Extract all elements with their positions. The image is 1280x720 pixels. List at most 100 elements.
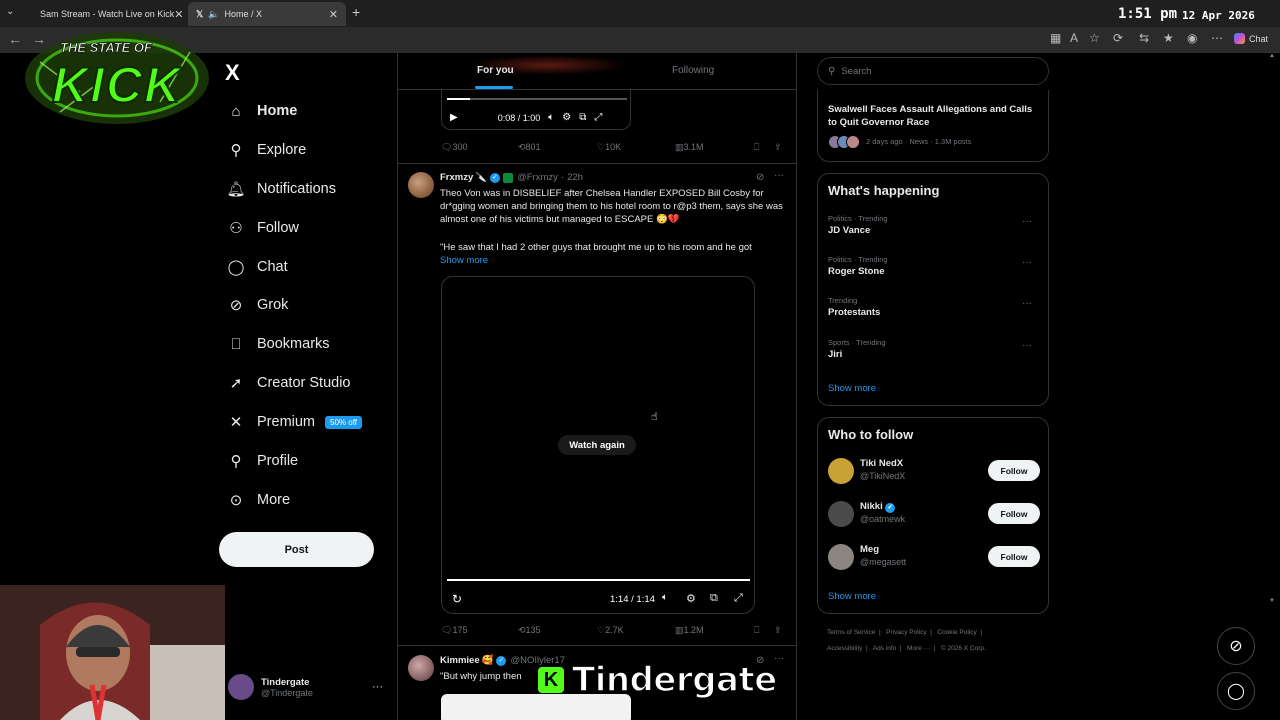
trend-more-icon[interactable]: ···: [1022, 257, 1032, 268]
split-screen-icon[interactable]: ⇆: [1139, 31, 1149, 45]
share-icon[interactable]: ⇪: [774, 142, 782, 153]
menu-dots-icon[interactable]: ⋯: [1211, 31, 1223, 45]
footer-link-cookie[interactable]: Cookie Policy: [937, 629, 976, 636]
trend-more-icon[interactable]: ···: [1022, 216, 1032, 227]
sidebar-item-chat[interactable]: ◯ Chat: [225, 252, 288, 282]
sidebar-item-follow[interactable]: ⚇ Follow: [225, 213, 299, 243]
copilot-chat-button[interactable]: Chat: [1234, 33, 1268, 44]
translate-icon[interactable]: A: [1070, 31, 1078, 45]
settings-gear-icon[interactable]: ⚙: [562, 112, 571, 123]
volume-icon[interactable]: 🔈︎: [548, 112, 554, 123]
play-icon[interactable]: ▶: [450, 112, 458, 123]
tab-for-you[interactable]: For you: [477, 65, 514, 76]
show-more-link[interactable]: Show more: [828, 591, 876, 602]
volume-icon[interactable]: 🔈︎: [662, 592, 668, 603]
views-button[interactable]: ▥ 1.2M: [675, 625, 704, 636]
footer-link-privacy[interactable]: Privacy Policy: [886, 629, 926, 636]
share-icon[interactable]: ⇪: [774, 625, 782, 636]
trend-item[interactable]: Politics · Trending Roger Stone ···: [828, 255, 1040, 277]
tab-list-chevron-icon[interactable]: ⌄: [6, 6, 14, 17]
close-tab-icon[interactable]: ✕: [329, 8, 338, 21]
follow-button[interactable]: Follow: [988, 503, 1040, 524]
news-card[interactable]: Swalwell Faces Assault Allegations and C…: [817, 90, 1049, 162]
show-more-link[interactable]: Show more: [828, 383, 876, 394]
follow-button[interactable]: Follow: [988, 460, 1040, 481]
date: 12 Apr 2026: [1182, 9, 1255, 22]
tweet-time[interactable]: 22h: [567, 172, 583, 183]
sidebar-item-bookmarks[interactable]: ⎕ Bookmarks: [225, 329, 329, 359]
read-mode-icon[interactable]: ▦: [1050, 31, 1061, 45]
footer-link-more[interactable]: More ···: [907, 645, 930, 652]
sidebar-item-grok[interactable]: ⊘ Grok: [225, 290, 289, 320]
follow-suggestion[interactable]: Meg @megasett Follow: [828, 542, 1040, 572]
tweet-author-name[interactable]: Kimmiee: [440, 655, 480, 666]
speaker-icon[interactable]: 🔈: [208, 9, 219, 20]
settings-gear-icon[interactable]: ⚙: [686, 592, 696, 605]
footer-link-terms[interactable]: Terms of Service: [827, 629, 875, 636]
new-tab-icon[interactable]: +: [352, 4, 360, 20]
video-progress-bar[interactable]: [447, 579, 750, 581]
sidebar-item-more[interactable]: ⊙ More: [225, 485, 290, 515]
grok-explain-icon[interactable]: ⊘: [756, 172, 764, 183]
chat-fab-button[interactable]: ◯: [1217, 672, 1255, 710]
sidebar-item-premium[interactable]: ✕ Premium 50% off: [225, 407, 362, 437]
account-switcher[interactable]: Tindergate @Tindergate ···: [228, 672, 383, 702]
trend-more-icon[interactable]: ···: [1022, 340, 1032, 351]
follow-suggestion[interactable]: Nikki ✓ @oatmewk Follow: [828, 499, 1040, 529]
trend-item[interactable]: Politics · Trending JD Vance ···: [828, 214, 1040, 236]
bookmark-icon[interactable]: ⎕: [754, 625, 759, 636]
like-button[interactable]: ♡ 10K: [597, 142, 621, 153]
refresh-icon[interactable]: ⟳: [1113, 31, 1123, 45]
scroll-up-icon[interactable]: ▲: [1269, 53, 1275, 59]
x-logo-icon[interactable]: X: [225, 60, 240, 86]
video-controls: ▶ 0:08 / 1:00 🔈︎ ⚙ ⧉ ⤢: [450, 112, 625, 123]
video-player-1[interactable]: ▶ 0:08 / 1:00 🔈︎ ⚙ ⧉ ⤢: [441, 90, 631, 130]
tweet-avatar[interactable]: [408, 655, 434, 681]
reply-button[interactable]: 🗨︎ 300: [441, 142, 467, 153]
post-button[interactable]: Post: [219, 532, 374, 567]
follow-button[interactable]: Follow: [988, 546, 1040, 567]
retweet-button[interactable]: ⟲ 135: [518, 625, 541, 636]
reply-button[interactable]: 🗨︎ 175: [441, 625, 467, 636]
watch-again-button[interactable]: Watch again: [558, 435, 636, 455]
pip-icon[interactable]: ⧉: [710, 592, 718, 605]
sidebar-item-explore[interactable]: ⚲ Explore: [225, 135, 307, 165]
tweet-more-icon[interactable]: ···: [774, 170, 784, 181]
fullscreen-icon[interactable]: ⤢: [734, 592, 743, 605]
trend-item[interactable]: Trending Protestants ···: [828, 296, 1040, 318]
sidebar-item-profile[interactable]: ⚲ Profile: [225, 446, 299, 476]
tweet-actions: 🗨︎ 175 ⟲ 135 ♡ 2.7K ▥ 1.2M ⎕ ⇪: [398, 625, 796, 641]
tweet-author-name[interactable]: Frxmzy: [440, 172, 473, 183]
sidebar-item-creator-studio[interactable]: ➚ Creator Studio: [225, 368, 351, 398]
footer-link-accessibility[interactable]: Accessibility: [827, 645, 862, 652]
like-button[interactable]: ♡ 2.7K: [597, 625, 624, 636]
tweet-author-handle[interactable]: @Frxmzy: [517, 172, 558, 183]
sidebar-item-notifications[interactable]: 🔔︎ Notifications: [225, 174, 336, 204]
sidebar-item-home[interactable]: ⌂ Home: [225, 96, 297, 126]
favorites-icon[interactable]: ★: [1163, 31, 1174, 45]
grok-fab-button[interactable]: ⊘: [1217, 627, 1255, 665]
search-input[interactable]: ⚲ Search: [817, 57, 1049, 85]
fullscreen-icon[interactable]: ⤢: [594, 112, 602, 123]
tweet-avatar[interactable]: [408, 172, 434, 198]
scroll-down-icon[interactable]: ▼: [1269, 598, 1275, 604]
bookmark-icon[interactable]: ⎕: [754, 142, 759, 153]
grok-icon: ⊘: [229, 297, 243, 314]
trend-more-icon[interactable]: ···: [1022, 298, 1032, 309]
news-avatars: [828, 135, 860, 149]
footer-link-ads[interactable]: Ads info: [873, 645, 897, 652]
favorite-star-icon[interactable]: ☆: [1089, 31, 1100, 45]
video-progress-bar[interactable]: [447, 98, 627, 100]
replay-icon[interactable]: ↻: [452, 592, 462, 606]
close-tab-icon[interactable]: ✕: [174, 8, 183, 21]
trend-item[interactable]: Sports · Trending Jiri ···: [828, 338, 1040, 360]
show-more-link[interactable]: Show more: [440, 254, 500, 267]
profile-avatar-icon[interactable]: ◉: [1187, 31, 1197, 45]
scrollbar[interactable]: ▲ ▼: [1269, 53, 1275, 720]
tab-following[interactable]: Following: [672, 65, 714, 76]
retweet-button[interactable]: ⟲ 801: [518, 142, 541, 153]
pip-icon[interactable]: ⧉: [579, 112, 586, 123]
follow-suggestion[interactable]: Tiki NedX @TikiNedX Follow: [828, 456, 1040, 486]
account-more-icon[interactable]: ···: [372, 681, 383, 693]
views-button[interactable]: ▥ 3.1M: [675, 142, 704, 153]
